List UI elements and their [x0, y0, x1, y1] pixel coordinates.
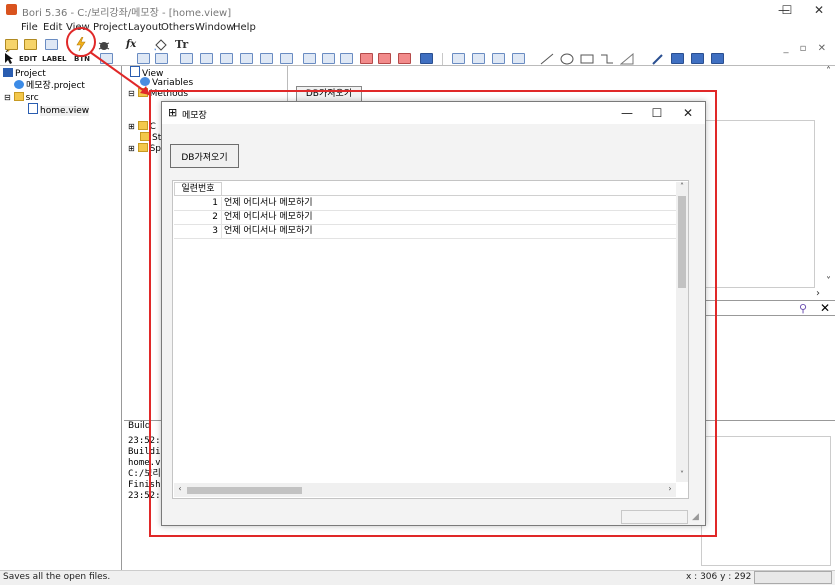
build-side-panel: [701, 436, 831, 566]
collapse-toggle[interactable]: ⊟: [128, 89, 135, 98]
function-icon[interactable]: fx: [126, 39, 136, 50]
link-component-icon[interactable]: [472, 53, 485, 64]
status-progress-box: [754, 571, 832, 584]
toolbar-separator: [442, 53, 443, 65]
folder-icon: [137, 121, 148, 130]
menu-edit[interactable]: Edit: [43, 22, 62, 33]
save-all-icon[interactable]: [45, 39, 58, 50]
title-bar: Bori 5.36 - C:/보리강좌/메모장 - [home.view] — …: [0, 0, 835, 20]
checkbox-component-icon[interactable]: [100, 53, 113, 64]
tree-item-home-view[interactable]: home.view: [28, 103, 90, 116]
cursor-coordinates: x : 306 y : 292: [686, 572, 752, 582]
tree-item-label: Project: [15, 69, 46, 79]
image-component-icon[interactable]: [220, 53, 233, 64]
group-tool-icon[interactable]: [671, 53, 684, 64]
chart-component-icon[interactable]: [398, 53, 411, 64]
align-tool-icon[interactable]: [711, 53, 724, 64]
debug-bug-icon[interactable]: [98, 39, 110, 51]
frame-component-icon[interactable]: [240, 53, 253, 64]
properties-header: [701, 300, 835, 316]
scroll-up-icon[interactable]: ˄: [826, 66, 831, 77]
chain-component-icon[interactable]: [492, 53, 505, 64]
new-project-icon[interactable]: [5, 39, 18, 50]
menu-component-icon[interactable]: [452, 53, 465, 64]
menu-file[interactable]: File: [21, 22, 38, 33]
folder-icon: [13, 92, 24, 101]
tree-item-label: Variables: [152, 78, 194, 88]
paint-bucket-icon[interactable]: [153, 39, 167, 51]
menu-project[interactable]: Project: [93, 22, 127, 33]
main-toolbar: fx Tr: [0, 36, 835, 52]
list-component-icon[interactable]: [180, 53, 193, 64]
menu-window[interactable]: Window: [195, 22, 234, 33]
pen-tool-icon[interactable]: [651, 53, 665, 65]
label-component-icon[interactable]: LABEL: [42, 55, 66, 63]
connector-tool-icon[interactable]: [600, 53, 614, 65]
design-form-area: [701, 120, 815, 288]
view-icon: [130, 66, 140, 77]
view-file-icon: [28, 103, 38, 114]
status-message: Saves all the open files.: [3, 572, 111, 582]
project-file-icon: [14, 80, 24, 89]
close-button[interactable]: ✕: [803, 0, 835, 20]
annotation-highlight-box: [149, 90, 717, 537]
window-title: Bori 5.36 - C:/보리강좌/메모장 - [home.view]: [22, 8, 232, 19]
radio-component-icon[interactable]: [137, 53, 150, 64]
rectangle-tool-icon[interactable]: [580, 53, 594, 65]
panel-component-icon[interactable]: [200, 53, 213, 64]
project-tree-panel: Project 메모장.project ⊟ src home.view: [0, 66, 122, 570]
expand-toggle[interactable]: ⊞: [128, 122, 135, 131]
scroll-down-icon[interactable]: ˅: [826, 276, 831, 287]
polygon-tool-icon[interactable]: [620, 53, 634, 65]
menu-bar: File Edit View Project Layout Others Win…: [0, 20, 835, 54]
folder-icon: [137, 143, 148, 152]
menu-others[interactable]: Others: [161, 22, 195, 33]
edit-component-icon[interactable]: EDIT: [19, 55, 37, 63]
ungroup-tool-icon[interactable]: [691, 53, 704, 64]
scroll-right-icon[interactable]: ›: [816, 288, 820, 299]
open-folder-icon[interactable]: [24, 39, 37, 50]
tab-component-icon[interactable]: [280, 53, 293, 64]
properties-panel: [701, 317, 835, 420]
text-tool-icon[interactable]: Tr: [175, 38, 188, 51]
folder-icon: [137, 88, 148, 97]
line-tool-icon[interactable]: [540, 53, 554, 65]
spinner-component-icon[interactable]: [340, 53, 353, 64]
unlink-component-icon[interactable]: [512, 53, 525, 64]
tree-item-label: home.view: [40, 106, 90, 116]
tree-item-label: src: [25, 93, 39, 103]
project-icon: [3, 68, 13, 77]
ellipse-tool-icon[interactable]: [560, 53, 574, 65]
table-component-icon[interactable]: [360, 53, 373, 64]
filter-icon[interactable]: ⚲: [799, 302, 807, 315]
scroll-component-icon[interactable]: [303, 53, 316, 64]
expand-toggle[interactable]: ⊞: [128, 144, 135, 153]
menu-help[interactable]: Help: [233, 22, 256, 33]
globe-icon: [140, 77, 150, 86]
maximize-button[interactable]: ☐: [771, 0, 803, 20]
app-logo-icon: [6, 4, 17, 15]
tree-item-project[interactable]: Project: [3, 68, 46, 80]
annotation-highlight-circle: [66, 27, 96, 57]
pointer-icon[interactable]: [4, 53, 14, 65]
html-component-icon[interactable]: [420, 53, 433, 64]
slider-component-icon[interactable]: [322, 53, 335, 64]
tree-item-project-file[interactable]: 메모장.project: [14, 80, 85, 92]
properties-close-icon[interactable]: ✕: [820, 301, 830, 315]
menu-layout[interactable]: Layout: [128, 22, 162, 33]
build-tab[interactable]: Build: [128, 421, 151, 431]
canvas-component-icon[interactable]: [260, 53, 273, 64]
component-toolbar: EDIT LABEL BTN: [0, 52, 835, 66]
collapse-toggle[interactable]: ⊟: [4, 93, 11, 102]
tree-item-label: 메모장.project: [26, 81, 85, 91]
grid-component-icon[interactable]: [378, 53, 391, 64]
textarea-component-icon[interactable]: [155, 53, 168, 64]
